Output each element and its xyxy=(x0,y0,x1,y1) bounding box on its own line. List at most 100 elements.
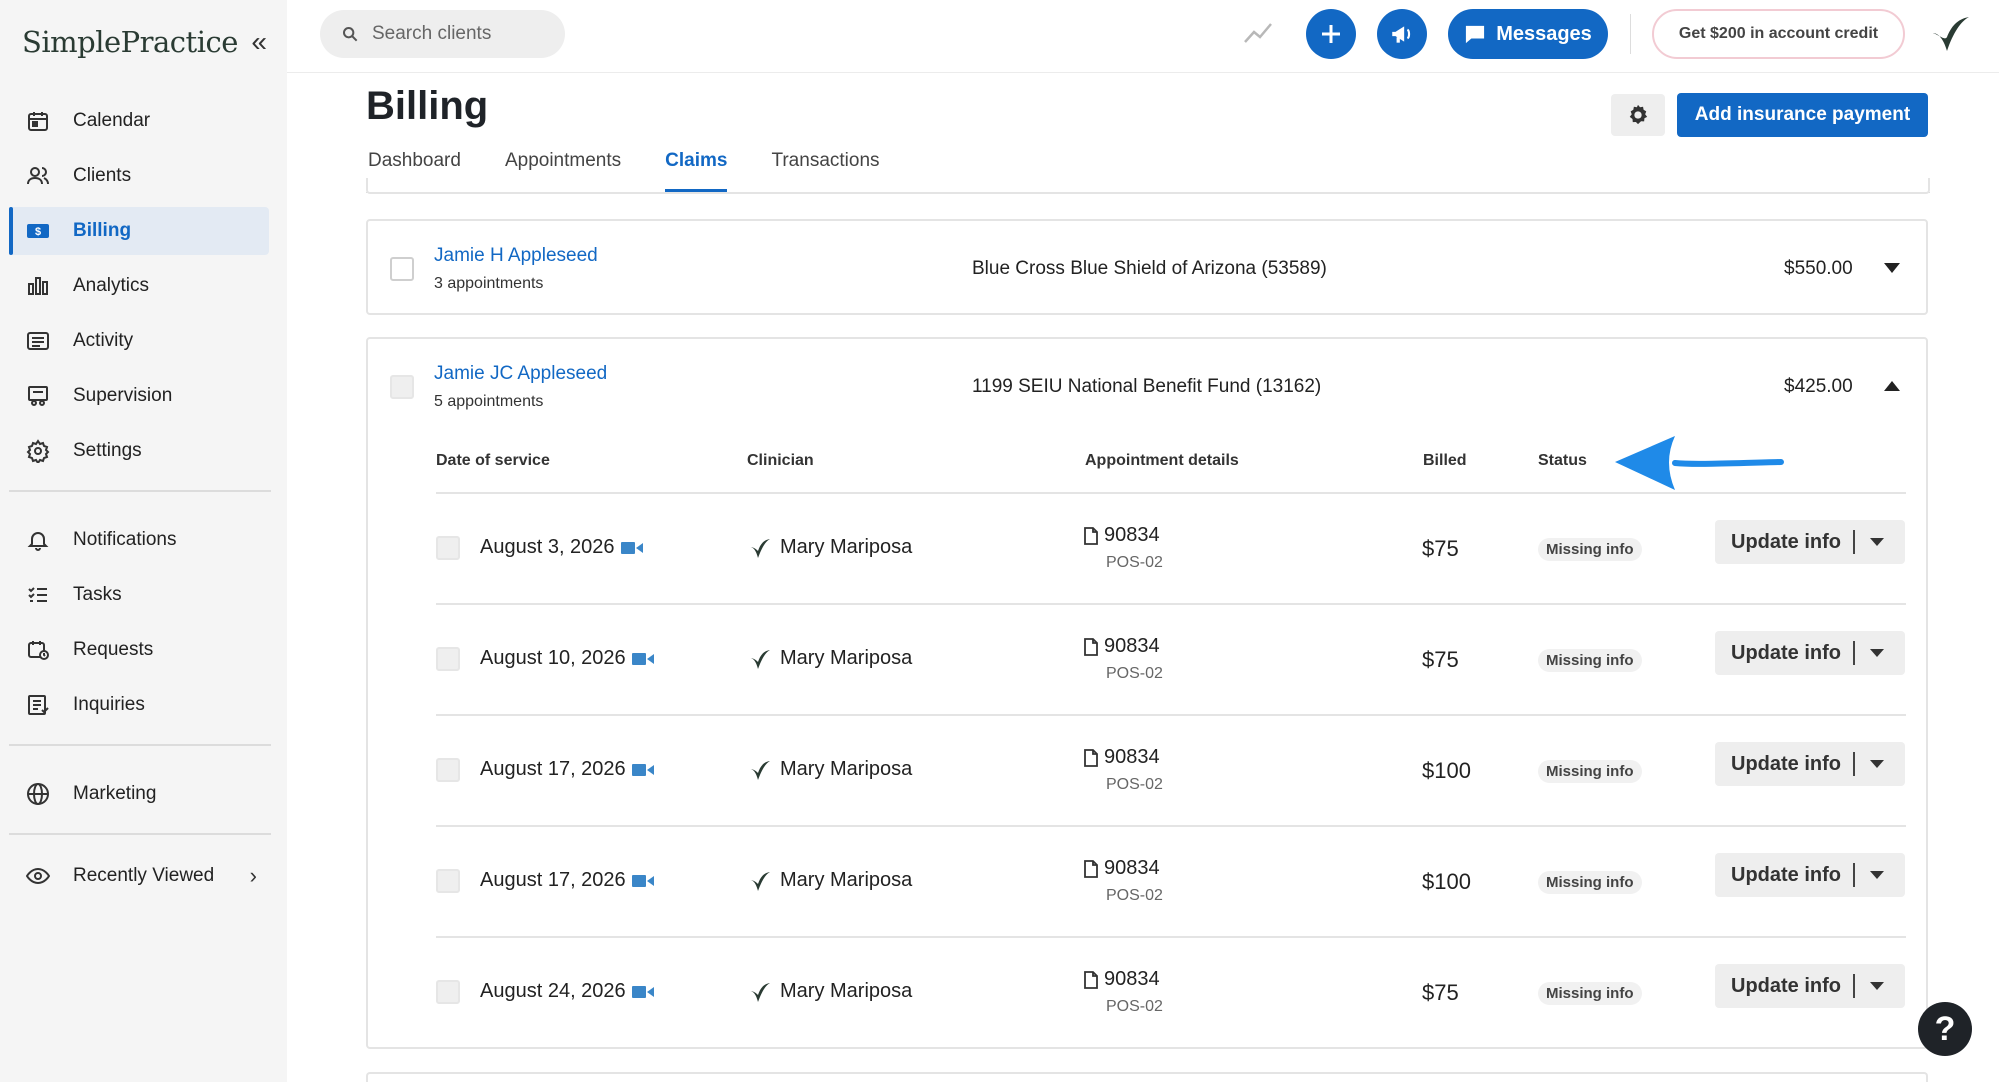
avatar[interactable] xyxy=(1927,13,1971,57)
row-checkbox[interactable] xyxy=(436,536,460,560)
sidebar-item-inquiries[interactable]: Inquiries xyxy=(9,681,269,729)
announcements-button[interactable] xyxy=(1377,9,1427,59)
messages-label: Messages xyxy=(1496,22,1592,45)
clinician-avatar-icon xyxy=(750,982,770,1002)
document-icon xyxy=(1084,526,1098,545)
trend-icon[interactable] xyxy=(1243,20,1273,46)
appointment-code: 90834 xyxy=(1084,635,1160,658)
bell-icon xyxy=(25,527,51,553)
sidebar-item-recently-viewed[interactable]: Recently Viewed › xyxy=(9,852,269,900)
claim-card: Jamie H Appleseed 3 appointments Blue Cr… xyxy=(366,219,1928,315)
clinician: Mary Mariposa xyxy=(748,869,912,892)
update-info-button[interactable]: Update info xyxy=(1715,520,1905,564)
expand-caret-down-icon[interactable] xyxy=(1882,261,1902,275)
account-credit-button[interactable]: Get $200 in account credit xyxy=(1652,9,1905,59)
billed-amount: $75 xyxy=(1422,647,1459,672)
button-separator xyxy=(1853,752,1855,776)
video-camera-icon xyxy=(631,874,654,887)
column-header-date: Date of service xyxy=(436,452,550,469)
status-badge: Missing info xyxy=(1538,760,1642,783)
date-of-service: August 24, 2026 xyxy=(480,980,654,1003)
cpt-code: 90834 xyxy=(1104,857,1160,879)
sidebar-item-label: Requests xyxy=(73,639,154,660)
claim-checkbox[interactable] xyxy=(390,375,414,399)
place-of-service: POS-02 xyxy=(1106,665,1163,682)
search-input[interactable] xyxy=(372,23,552,45)
chevron-down-icon[interactable] xyxy=(1869,981,1885,991)
update-info-label: Update info xyxy=(1731,752,1841,775)
sidebar-item-activity[interactable]: Activity xyxy=(9,317,269,365)
chevron-down-icon[interactable] xyxy=(1869,537,1885,547)
logo[interactable]: SimplePractice xyxy=(22,25,238,59)
cpt-code: 90834 xyxy=(1104,635,1160,657)
sidebar-item-analytics[interactable]: Analytics xyxy=(9,262,269,310)
payer-name: Blue Cross Blue Shield of Arizona (53589… xyxy=(972,258,1327,279)
update-info-button[interactable]: Update info xyxy=(1715,631,1905,675)
status-badge: Missing info xyxy=(1538,649,1642,672)
appointment-count: 3 appointments xyxy=(434,275,544,292)
inquiries-icon xyxy=(25,692,51,718)
tasks-icon xyxy=(25,582,51,608)
update-info-button[interactable]: Update info xyxy=(1715,853,1905,897)
billed-amount: $100 xyxy=(1422,869,1471,894)
claim-amount: $550.00 xyxy=(1784,258,1853,279)
topbar-separator xyxy=(1630,14,1631,54)
collapse-sidebar-icon[interactable]: « xyxy=(251,26,267,58)
column-header-billed: Billed xyxy=(1423,452,1467,469)
sidebar-item-calendar[interactable]: Calendar xyxy=(9,97,269,145)
document-icon xyxy=(1084,637,1098,656)
billing-icon: $ xyxy=(25,218,51,244)
annotation-arrow-icon xyxy=(1615,436,1784,490)
clinician-avatar-icon xyxy=(750,538,770,558)
gear-icon xyxy=(1629,104,1648,125)
search-icon xyxy=(343,27,358,42)
collapse-caret-up-icon[interactable] xyxy=(1882,379,1902,393)
add-button[interactable] xyxy=(1306,9,1356,59)
clinician-name: Mary Mariposa xyxy=(780,869,913,891)
sidebar-divider xyxy=(9,490,271,492)
help-button[interactable]: ? xyxy=(1918,1002,1972,1056)
sidebar-item-clients[interactable]: Clients xyxy=(9,152,269,200)
appointment-code: 90834 xyxy=(1084,524,1160,547)
clinician-avatar-icon xyxy=(750,871,770,891)
update-info-button[interactable]: Update info xyxy=(1715,964,1905,1008)
client-name-link[interactable]: Jamie H Appleseed xyxy=(434,245,598,267)
row-checkbox[interactable] xyxy=(436,758,460,782)
date-of-service: August 3, 2026 xyxy=(480,536,643,559)
svg-text:$: $ xyxy=(35,226,41,238)
place-of-service: POS-02 xyxy=(1106,554,1163,571)
row-checkbox[interactable] xyxy=(436,869,460,893)
row-checkbox[interactable] xyxy=(436,647,460,671)
megaphone-icon xyxy=(1392,26,1411,43)
sidebar-item-billing[interactable]: $ Billing xyxy=(9,207,269,255)
chevron-down-icon[interactable] xyxy=(1869,759,1885,769)
document-icon xyxy=(1084,970,1098,989)
billing-settings-button[interactable] xyxy=(1611,94,1665,136)
chevron-down-icon[interactable] xyxy=(1869,648,1885,658)
chevron-down-icon[interactable] xyxy=(1869,870,1885,880)
sidebar-item-label: Calendar xyxy=(73,110,151,131)
column-header-status: Status xyxy=(1538,452,1587,469)
client-name-link[interactable]: Jamie JC Appleseed xyxy=(434,363,607,385)
claim-checkbox[interactable] xyxy=(390,257,414,281)
claim-amount: $425.00 xyxy=(1784,376,1853,397)
sidebar-item-settings[interactable]: Settings xyxy=(9,427,269,475)
sidebar-divider xyxy=(9,744,271,746)
sidebar-item-notifications[interactable]: Notifications xyxy=(9,516,269,564)
sidebar-item-marketing[interactable]: Marketing xyxy=(9,770,269,818)
search-box[interactable] xyxy=(320,10,565,58)
cpt-code: 90834 xyxy=(1104,968,1160,990)
clinician-avatar-icon xyxy=(750,649,770,669)
sidebar-item-supervision[interactable]: Supervision xyxy=(9,372,269,420)
sidebar-item-tasks[interactable]: Tasks xyxy=(9,571,269,619)
messages-button[interactable]: Messages xyxy=(1448,9,1608,59)
requests-icon xyxy=(25,637,51,663)
sidebar-item-requests[interactable]: Requests xyxy=(9,626,269,674)
billed-amount: $100 xyxy=(1422,758,1471,783)
row-checkbox[interactable] xyxy=(436,980,460,1004)
eye-icon xyxy=(25,863,51,889)
update-info-button[interactable]: Update info xyxy=(1715,742,1905,786)
add-insurance-payment-button[interactable]: Add insurance payment xyxy=(1677,93,1928,137)
settings-icon xyxy=(25,438,51,464)
button-separator xyxy=(1853,530,1855,554)
